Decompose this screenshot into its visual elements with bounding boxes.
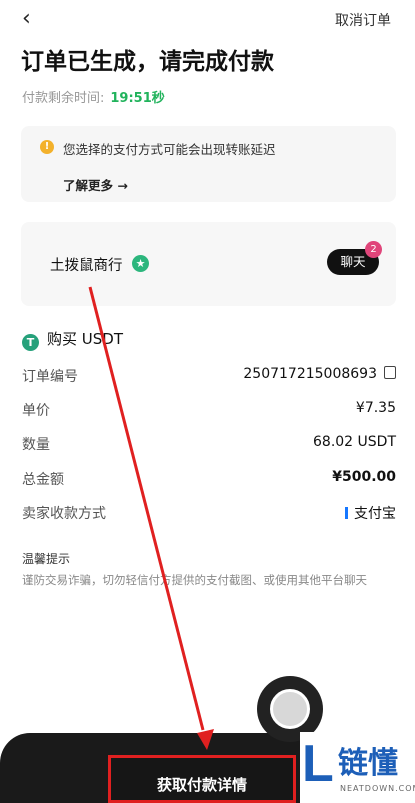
annotation-arrow <box>88 286 214 750</box>
annotation-arrow-line <box>88 286 205 731</box>
watermark-l-icon: L <box>302 735 334 793</box>
annotation-arrow-head <box>197 729 214 750</box>
watermark-sub: NEATDOWN.COM <box>340 784 415 793</box>
watermark-logo: L 链懂 NEATDOWN.COM <box>300 732 415 803</box>
watermark-brand: 链懂 <box>338 746 398 781</box>
